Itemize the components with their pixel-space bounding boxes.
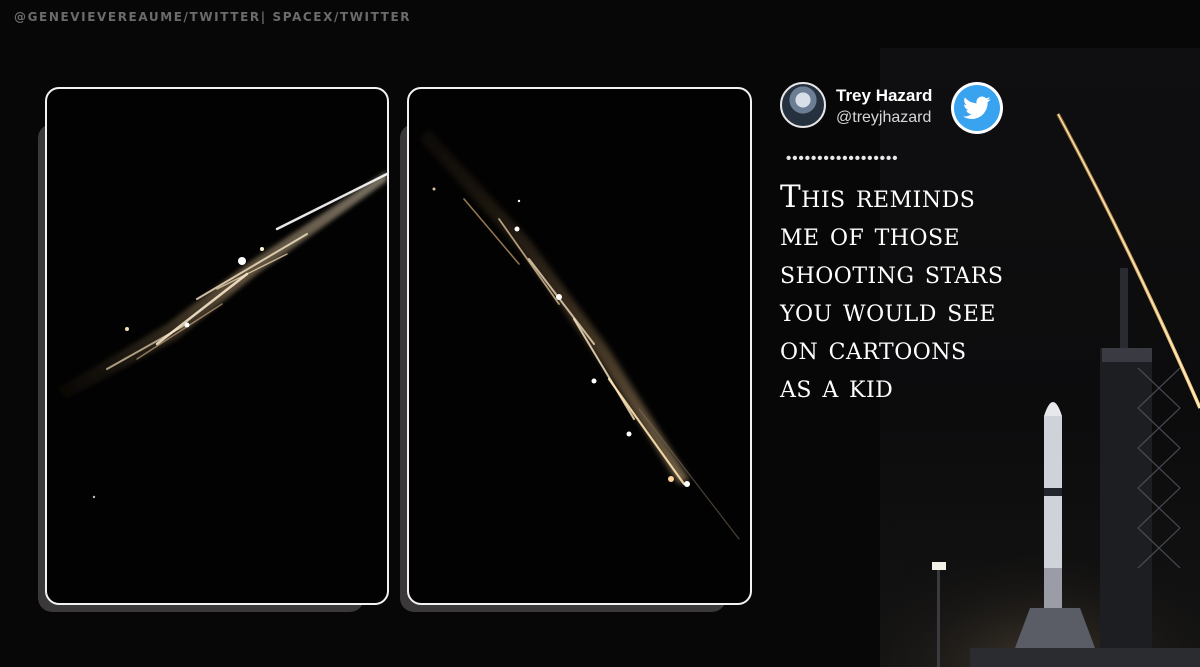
quote-line: as a kid — [780, 369, 894, 405]
meteor-photo-right — [407, 87, 752, 605]
avatar[interactable] — [780, 82, 826, 128]
meteor-streak-right — [419, 129, 740, 540]
twitter-badge — [951, 82, 1003, 134]
meteor-streak-left — [57, 171, 387, 499]
meteor-photo-left — [45, 87, 389, 605]
author-name[interactable]: Trey Hazard — [836, 86, 932, 106]
quote-line: you would see — [780, 293, 996, 329]
separator-dots: •••••••••••••••••• — [786, 150, 899, 167]
tweet-quote: This reminds me of those shooting stars … — [780, 178, 1080, 406]
quote-line: This reminds — [780, 179, 976, 215]
author-handle[interactable]: @treyjhazard — [836, 109, 931, 127]
quote-line: on cartoons — [780, 331, 967, 367]
twitter-bird-icon — [963, 96, 991, 119]
photo-credit: @GENEVIEVEREAUME/TWITTER| SPACEX/TWITTER — [14, 10, 412, 24]
quote-line: shooting stars — [780, 255, 1004, 291]
quote-line: me of those — [780, 217, 961, 253]
